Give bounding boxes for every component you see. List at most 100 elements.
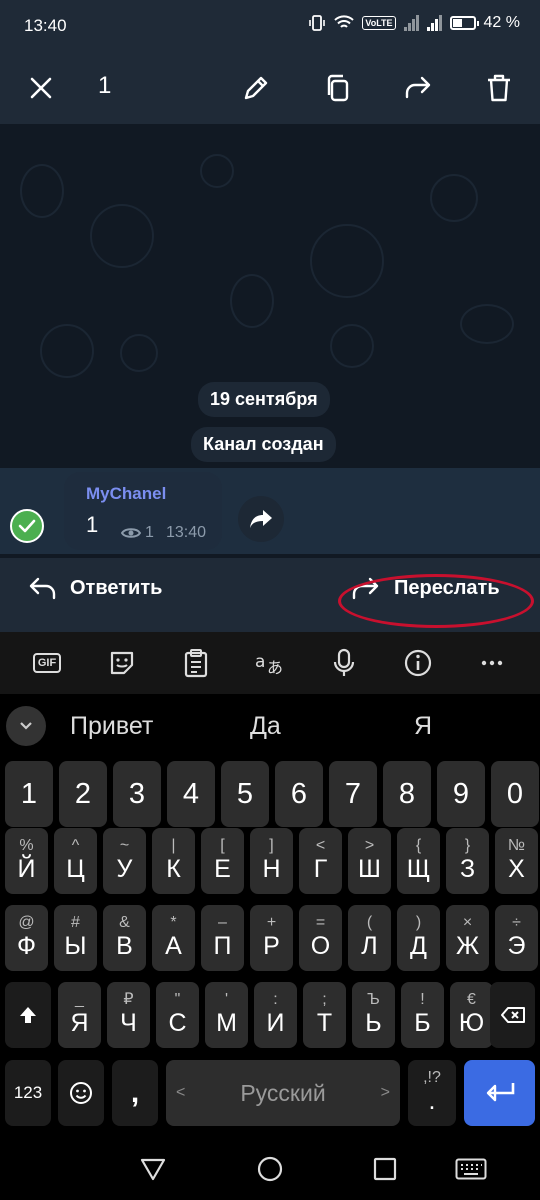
period-key[interactable]: ,!? . <box>408 1060 456 1126</box>
key-letter-1-7[interactable]: > Ш <box>348 828 391 894</box>
close-icon <box>30 77 52 99</box>
translate-button[interactable]: aあ <box>252 645 288 681</box>
key-symbol-label: } <box>464 837 471 854</box>
suggestion-1[interactable]: Привет <box>70 712 153 741</box>
selected-check-icon[interactable] <box>10 509 44 543</box>
key-letter-2-5[interactable]: + Р <box>250 905 293 971</box>
keyboard-hide-button[interactable] <box>455 1158 487 1185</box>
key-letter-2-9[interactable]: × Ж <box>446 905 489 971</box>
chevron-down-icon <box>20 722 32 730</box>
key-letter-1-10[interactable]: № Х <box>495 828 538 894</box>
key-symbol-label: { <box>415 837 422 854</box>
key-symbol-label: + <box>266 914 277 931</box>
key-letter-2-2[interactable]: & В <box>103 905 146 971</box>
key-symbol-label: – <box>218 914 227 931</box>
key-letter-3-6[interactable]: ЪЬ <box>352 982 395 1048</box>
sticker-button[interactable] <box>104 645 140 681</box>
key-letter-2-8[interactable]: ) Д <box>397 905 440 971</box>
circle-home-icon <box>257 1156 283 1182</box>
key-letter-1-0[interactable]: % Й <box>5 828 48 894</box>
key-digit-0-1[interactable]: 2 <box>59 761 107 827</box>
message-bubble[interactable]: MyChanel 1 1 13:40 <box>64 472 222 550</box>
key-letter-1-5[interactable]: ] Н <box>250 828 293 894</box>
key-digit-0-0[interactable]: 1 <box>5 761 53 827</box>
emoji-key[interactable] <box>58 1060 104 1126</box>
key-label: Ь <box>365 1009 382 1037</box>
system-nav-bar <box>0 1140 540 1200</box>
key-digit-0-7[interactable]: 8 <box>383 761 431 827</box>
key-label: Л <box>361 932 378 960</box>
copy-button[interactable] <box>316 66 360 110</box>
key-letter-3-4[interactable]: :И <box>254 982 297 1048</box>
key-letter-2-0[interactable]: @ Ф <box>5 905 48 971</box>
key-label: З <box>459 855 476 883</box>
key-letter-1-8[interactable]: {Щ <box>397 828 440 894</box>
signal-2-icon <box>426 15 442 31</box>
key-symbol-label: > <box>364 837 375 854</box>
gif-button[interactable]: GIF <box>29 645 65 681</box>
key-letter-1-6[interactable]: < Г <box>299 828 342 894</box>
delete-button[interactable] <box>477 66 521 110</box>
key-letter-1-2[interactable]: ~ У <box>103 828 146 894</box>
square-recents-icon <box>373 1157 397 1181</box>
reply-icon <box>29 577 56 600</box>
key-letter-2-1[interactable]: # Ы <box>54 905 97 971</box>
key-digit-0-9[interactable]: 0 <box>491 761 539 827</box>
key-digit-0-3[interactable]: 4 <box>167 761 215 827</box>
recents-nav-button[interactable] <box>373 1157 397 1186</box>
key-letter-2-10[interactable]: ÷ Э <box>495 905 538 971</box>
key-symbol-label: # <box>71 914 80 931</box>
clipboard-button[interactable] <box>178 645 214 681</box>
suggestion-2[interactable]: Да <box>250 712 281 741</box>
key-label: Я <box>70 1009 89 1037</box>
more-button[interactable] <box>474 645 510 681</box>
key-letter-3-0[interactable]: _ Я <box>58 982 101 1048</box>
key-letter-1-9[interactable]: } З <box>446 828 489 894</box>
back-nav-button[interactable] <box>140 1157 166 1186</box>
key-letter-2-6[interactable]: = О <box>299 905 342 971</box>
key-digit-0-8[interactable]: 9 <box>437 761 485 827</box>
shift-key[interactable] <box>5 982 51 1048</box>
key-letter-2-3[interactable]: * А <box>152 905 195 971</box>
key-letter-2-4[interactable]: – П <box>201 905 244 971</box>
reply-button[interactable]: Ответить <box>28 576 162 600</box>
key-letter-3-8[interactable]: € Ю <box>450 982 493 1048</box>
key-letter-1-1[interactable]: ^ Ц <box>54 828 97 894</box>
key-letter-3-1[interactable]: ₽ Ч <box>107 982 150 1048</box>
key-letter-1-4[interactable]: [Е <box>201 828 244 894</box>
key-letter-3-5[interactable]: ; Т <box>303 982 346 1048</box>
home-nav-button[interactable] <box>256 1155 284 1188</box>
key-digit-0-2[interactable]: 3 <box>113 761 161 827</box>
forward-toolbar-button[interactable] <box>396 66 440 110</box>
info-button[interactable] <box>400 645 436 681</box>
suggestion-3[interactable]: Я <box>414 712 432 741</box>
message-text: 1 <box>86 512 99 537</box>
more-icon <box>481 660 503 666</box>
symbols-key[interactable]: 123 <box>5 1060 51 1126</box>
quick-forward-button[interactable] <box>238 496 284 542</box>
key-digit-0-4[interactable]: 5 <box>221 761 269 827</box>
key-label: Х <box>508 855 525 883</box>
backspace-key[interactable] <box>490 982 535 1048</box>
key-letter-3-7[interactable]: ! Б <box>401 982 444 1048</box>
key-symbol-label: € <box>467 991 476 1008</box>
key-digit-0-6[interactable]: 7 <box>329 761 377 827</box>
enter-key[interactable] <box>464 1060 535 1126</box>
message-views: 1 <box>145 524 154 541</box>
key-letter-2-7[interactable]: (Л <box>348 905 391 971</box>
key-letter-1-3[interactable]: | К <box>152 828 195 894</box>
key-letter-3-3[interactable]: ' М <box>205 982 248 1048</box>
message-meta: 1 13:40 <box>121 524 206 542</box>
comma-key[interactable]: , <box>112 1060 158 1126</box>
microphone-button[interactable] <box>326 645 362 681</box>
edit-button[interactable] <box>234 66 278 110</box>
close-selection-button[interactable] <box>19 66 63 110</box>
key-label: 1 <box>20 778 38 810</box>
key-digit-0-5[interactable]: 6 <box>275 761 323 827</box>
enter-icon <box>486 1083 514 1102</box>
collapse-suggestions-button[interactable] <box>6 706 46 746</box>
key-label: Е <box>214 855 231 883</box>
key-letter-3-2[interactable]: " С <box>156 982 199 1048</box>
key-label: 2 <box>74 778 92 810</box>
space-key[interactable]: < Русский > <box>166 1060 400 1126</box>
